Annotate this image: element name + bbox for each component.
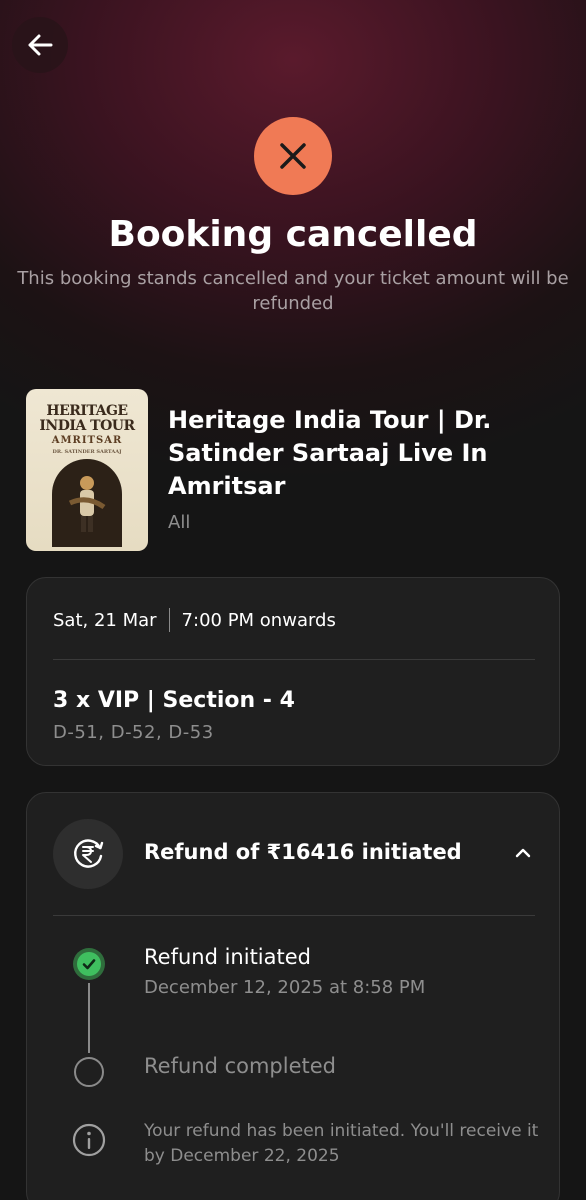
event-time: 7:00 PM onwards [181,609,336,631]
check-icon [82,959,96,970]
event-title: Heritage India Tour | Dr. Satinder Sarta… [168,406,492,500]
date-separator [168,608,170,632]
cancelled-status-badge [254,117,332,195]
refund-title: Refund of ₹16416 initiated [144,840,462,864]
page-subtitle: This booking stands cancelled and your t… [17,268,569,314]
artist-figure [68,476,106,532]
divider [53,915,535,916]
poster-text-artist: DR. SATINDER SARTAAJ [52,449,122,455]
info-icon [72,1123,106,1157]
page-title: Booking cancelled [108,214,478,255]
rupee-refund-icon [74,839,104,868]
refund-status-card: Refund of ₹16416 initiated Refund initia… [26,792,560,1200]
poster-text-city: AMRITSAR [51,435,123,446]
step-refund-initiated-title: Refund initiated [144,945,311,969]
step-refund-completed-title: Refund completed [144,1054,337,1078]
event-poster: HERITAGE INDIA TOUR AMRITSAR DR. SATINDE… [26,389,148,551]
poster-text-india-tour: INDIA TOUR [39,418,135,434]
refund-info-text: Your refund has been initiated. You'll r… [144,1121,539,1166]
seat-type: 3 x VIP | Section - 4 [53,688,295,713]
step-done-indicator [73,948,105,980]
chevron-up-icon[interactable] [511,841,535,865]
event-tag: All [168,512,191,533]
back-button[interactable] [12,17,68,73]
step-refund-initiated-date: December 12, 2025 at 8:58 PM [144,977,426,998]
divider [53,659,535,660]
date-time-row: Sat, 21 Mar 7:00 PM onwards [53,608,336,632]
refund-icon-badge [53,819,123,889]
poster-text-heritage: HERITAGE [46,403,128,419]
event-date: Sat, 21 Mar [53,609,157,631]
arrow-left-icon [28,34,53,56]
booking-details-card: Sat, 21 Mar 7:00 PM onwards 3 x VIP | Se… [26,577,560,766]
step-pending-indicator [74,1057,104,1087]
step-connector [88,983,90,1053]
close-icon [280,143,306,169]
booking-cancelled-screen: Booking cancelled This booking stands ca… [0,0,586,1200]
seat-numbers: D-51, D-52, D-53 [53,722,214,743]
